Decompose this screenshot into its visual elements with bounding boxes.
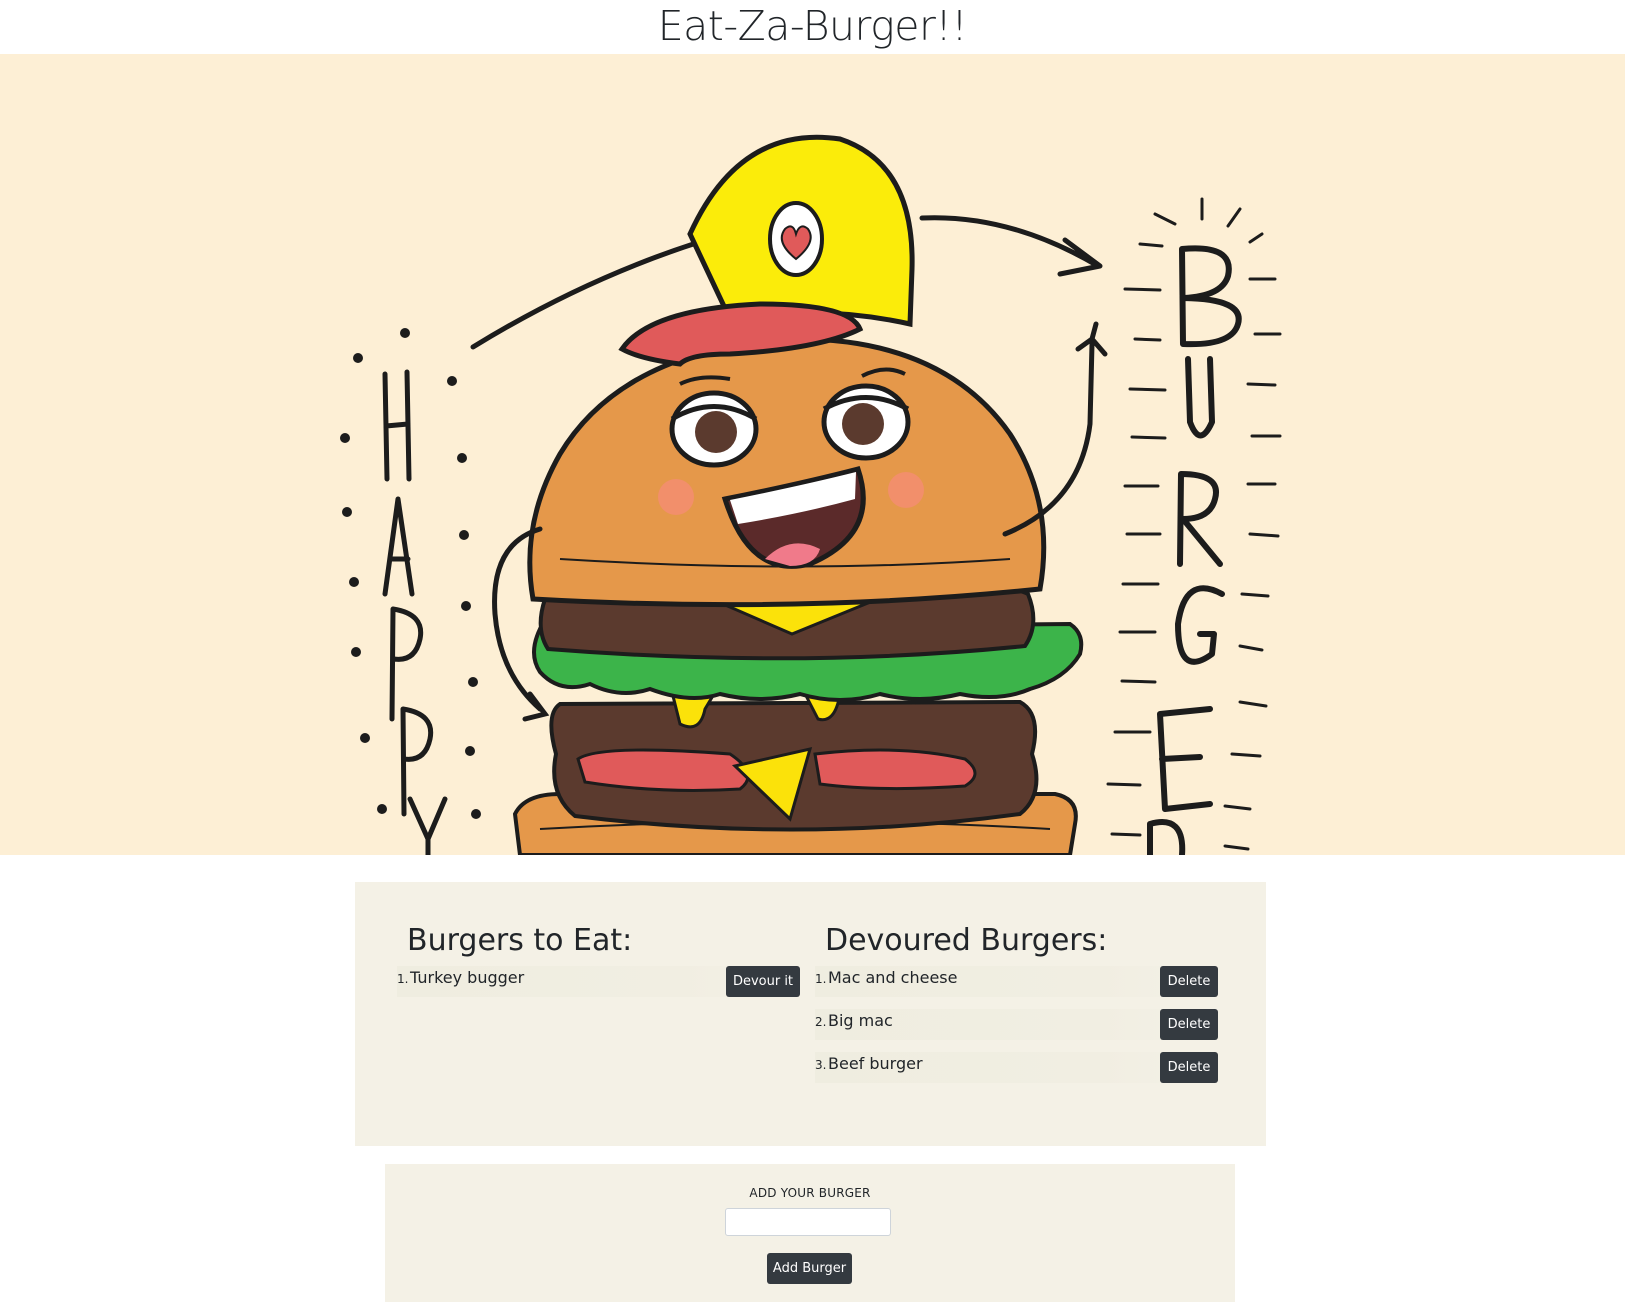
list-item: 1. Turkey bugger Devour it	[397, 966, 800, 997]
burger-name: Big mac	[828, 1011, 893, 1030]
burger-lettering	[1147, 245, 1242, 855]
delete-button[interactable]: Delete	[1160, 1052, 1218, 1083]
list-item: 1. Mac and cheese Delete	[815, 966, 1218, 997]
devoured-burgers-list: 1. Mac and cheese Delete 2. Big mac Dele…	[815, 966, 1218, 1083]
burger-name: Beef burger	[828, 1054, 923, 1073]
list-number: 3.	[815, 1058, 827, 1072]
add-burger-button[interactable]: Add Burger	[767, 1253, 852, 1284]
burger-name: Turkey bugger	[410, 968, 525, 987]
burgers-to-eat-heading: Burgers to Eat:	[407, 923, 633, 958]
hero-banner	[0, 54, 1625, 855]
add-burger-form: ADD YOUR BURGER Add Burger	[385, 1164, 1235, 1302]
devoured-burgers-column: Devoured Burgers: 1. Mac and cheese Dele…	[815, 924, 1218, 1095]
delete-button[interactable]: Delete	[1160, 1009, 1218, 1040]
burger-name: Mac and cheese	[828, 968, 958, 987]
burgers-to-eat-column: Burgers to Eat: 1. Turkey bugger Devour …	[397, 924, 800, 1009]
delete-button[interactable]: Delete	[1160, 966, 1218, 997]
burgers-to-eat-list: 1. Turkey bugger Devour it	[397, 966, 800, 997]
tomato-slice	[576, 748, 750, 792]
devoured-burgers-heading: Devoured Burgers:	[825, 923, 1108, 958]
list-item: 3. Beef burger Delete	[815, 1052, 1218, 1083]
site-title: Eat-Za-Burger!!	[657, 2, 968, 50]
list-number: 1.	[397, 972, 409, 986]
list-number: 2.	[815, 1015, 827, 1029]
burger-name-input[interactable]	[725, 1208, 891, 1236]
happy-lettering	[382, 369, 448, 855]
burger-lists-panel: Burgers to Eat: 1. Turkey bugger Devour …	[355, 882, 1266, 1146]
list-number: 1.	[815, 972, 827, 986]
devour-it-button[interactable]: Devour it	[726, 966, 800, 997]
happy-burger-illustration-icon	[340, 134, 1282, 855]
list-item: 2. Big mac Delete	[815, 1009, 1218, 1040]
add-burger-label: ADD YOUR BURGER	[749, 1186, 871, 1200]
